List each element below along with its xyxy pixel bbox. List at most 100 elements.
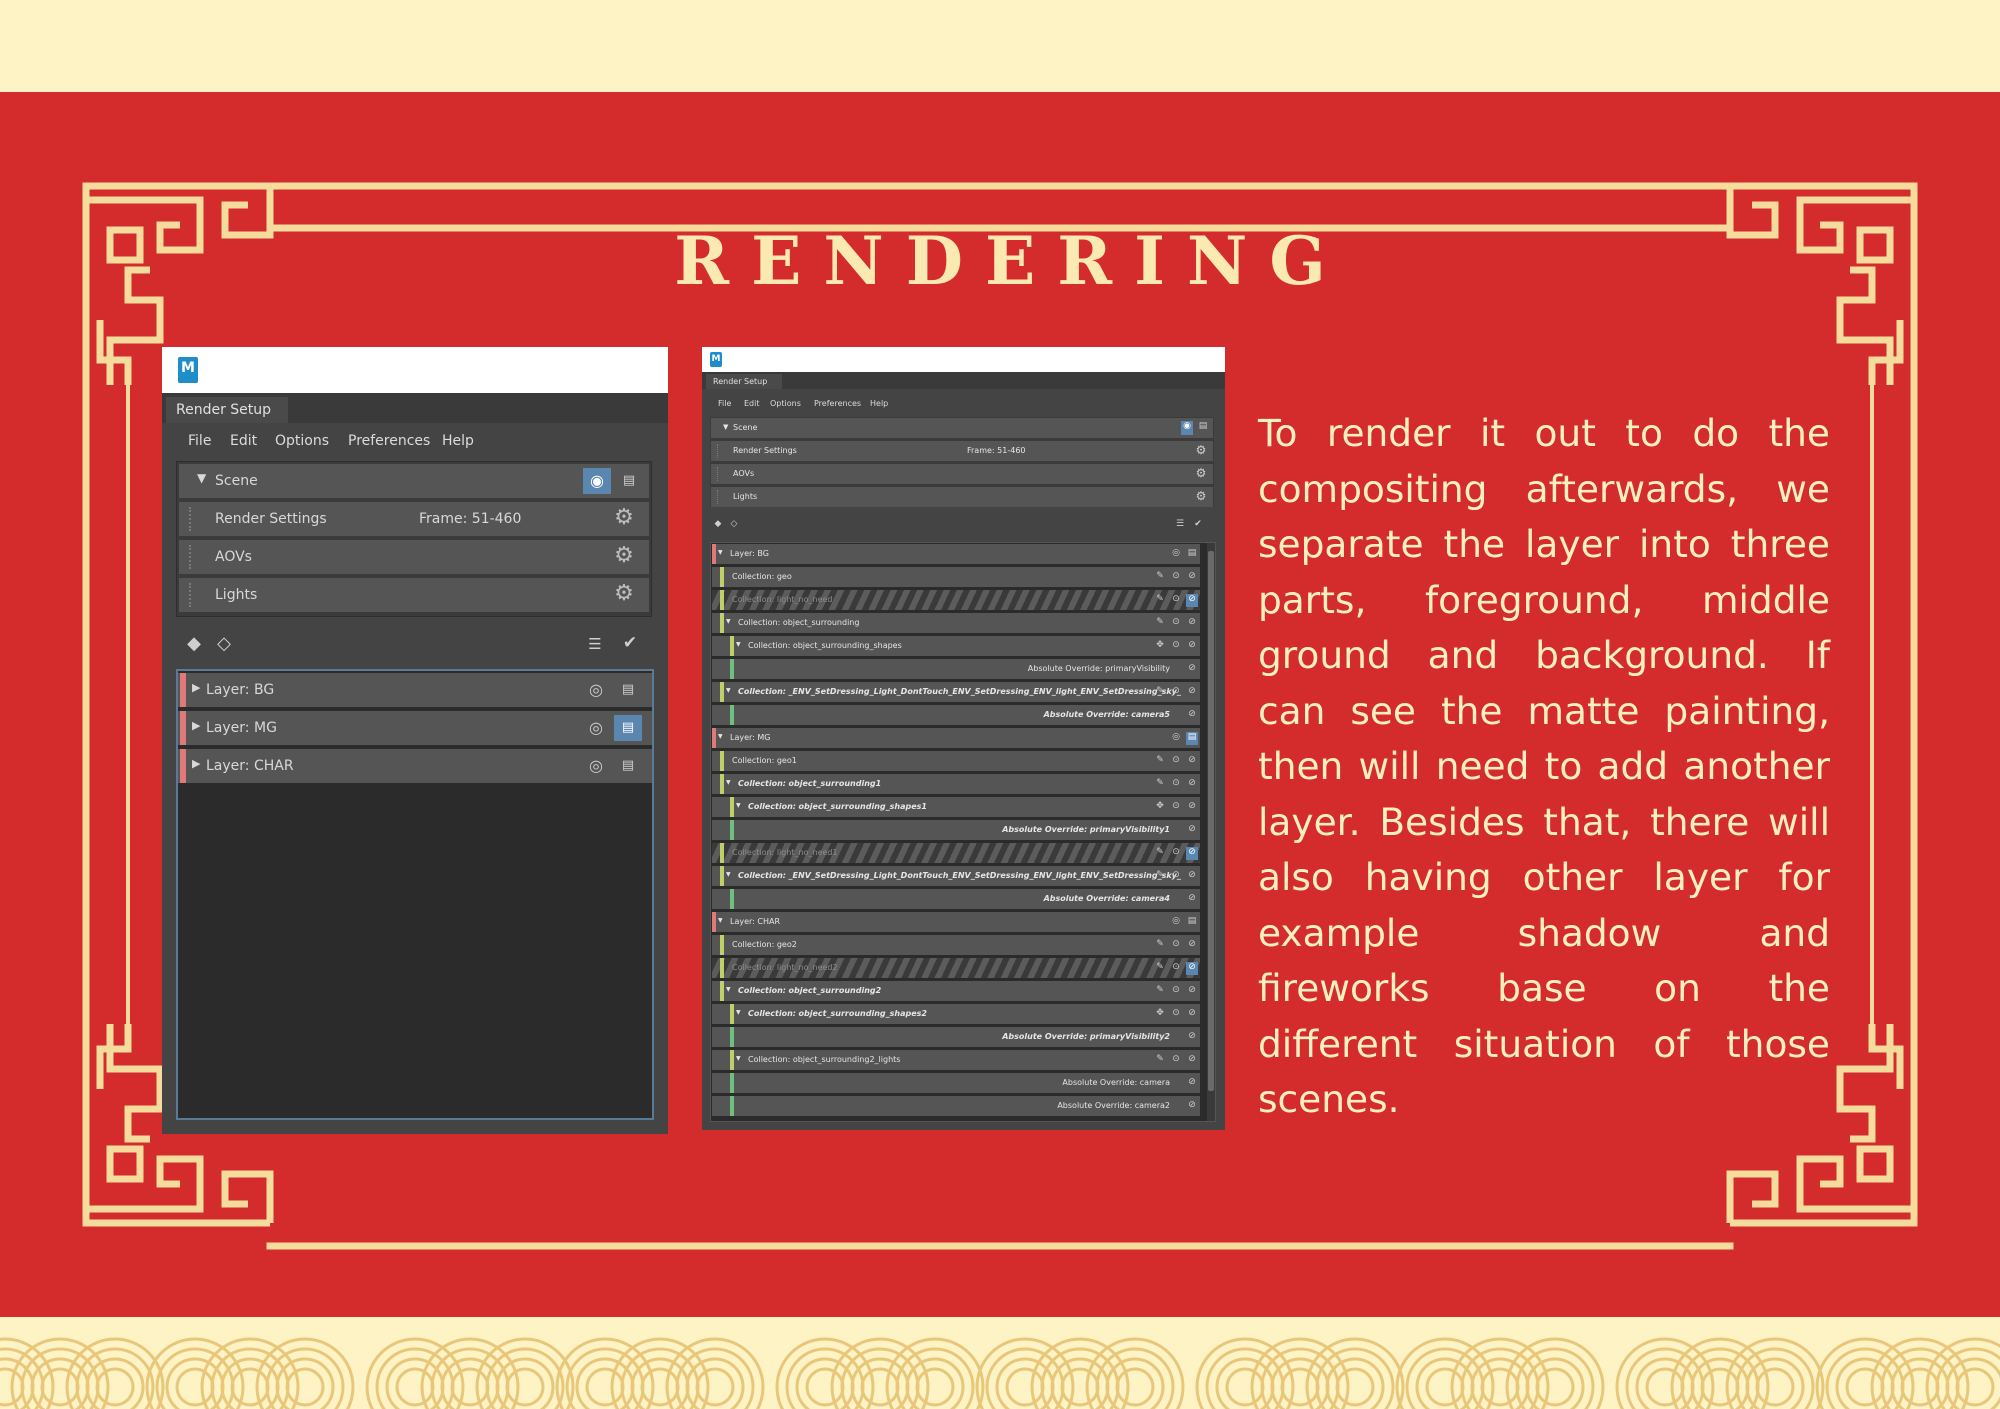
- batch-check-icon[interactable]: ✔: [618, 633, 642, 659]
- gear-icon[interactable]: ⚙: [1195, 489, 1207, 503]
- isolate-icon[interactable]: ⊙: [1170, 1008, 1182, 1021]
- collection-row[interactable]: ▼ Collection: object_surrounding_shapes ⊘ ⊙…: [712, 636, 1200, 656]
- disable-icon[interactable]: ⊘: [1186, 985, 1198, 998]
- pen-icon[interactable]: ✎: [1154, 755, 1166, 768]
- isolate-icon[interactable]: ⊙: [1170, 870, 1182, 883]
- layer-row-bg[interactable]: ▶ Layer: BG ◎ ▤: [178, 673, 652, 707]
- disable-icon[interactable]: ⊘: [1186, 640, 1198, 653]
- expand-arrow-icon[interactable]: ▶: [192, 681, 200, 694]
- collection-row[interactable]: ▼ Collection: object_surrounding2 ⊘ ⊙ ✎: [712, 981, 1200, 1001]
- visibility-eye-icon[interactable]: ◎: [582, 677, 610, 703]
- expand-arrow-icon[interactable]: ▼: [726, 779, 731, 786]
- disable-icon[interactable]: ⊘: [1186, 1031, 1198, 1044]
- expand-arrow-icon[interactable]: ▼: [736, 802, 741, 809]
- isolate-icon[interactable]: ⊙: [1170, 617, 1182, 630]
- import-icon[interactable]: ☰: [1174, 519, 1186, 529]
- isolate-icon[interactable]: ⊙: [1170, 686, 1182, 699]
- expand-arrow-icon[interactable]: ▼: [718, 549, 723, 556]
- isolate-icon[interactable]: ⊙: [1170, 640, 1182, 653]
- menu-help[interactable]: Help: [442, 433, 474, 449]
- create-layer-icon[interactable]: ◆: [182, 633, 206, 659]
- scene-header-row[interactable]: ▼ Scene ◉ ▤: [179, 464, 649, 498]
- menu-file[interactable]: File: [188, 433, 211, 449]
- pen-icon[interactable]: ✎: [1154, 594, 1166, 607]
- visibility-eye-icon[interactable]: ◎: [1170, 732, 1182, 745]
- shape-icon[interactable]: ✥: [1154, 801, 1166, 814]
- collection-row[interactable]: Collection: light_no_need2 ⊘ ⊙ ✎: [712, 958, 1200, 978]
- gear-icon[interactable]: ⚙: [611, 581, 637, 606]
- gear-icon[interactable]: ⚙: [611, 543, 637, 568]
- tab-render-setup[interactable]: Render Setup: [166, 397, 288, 423]
- expand-arrow-icon[interactable]: ▼: [736, 641, 741, 648]
- render-clapper-icon[interactable]: ▤: [614, 715, 642, 741]
- disable-icon[interactable]: ⊘: [1186, 1008, 1198, 1021]
- drag-grip-icon[interactable]: [189, 583, 191, 607]
- shape-icon[interactable]: ✥: [1154, 640, 1166, 653]
- pen-icon[interactable]: ✎: [1154, 847, 1166, 860]
- menu-preferences[interactable]: Preferences: [348, 433, 430, 449]
- override-row[interactable]: Absolute Override: camera5 ⊘: [712, 705, 1200, 725]
- collection-row[interactable]: ▼ Collection: object_surrounding2_lights ⊘…: [712, 1050, 1200, 1070]
- collection-row[interactable]: Collection: geo ⊘ ⊙ ✎: [712, 567, 1200, 587]
- expand-arrow-icon[interactable]: ▼: [726, 618, 731, 625]
- tab-render-setup[interactable]: Render Setup: [706, 374, 782, 389]
- scene-header-row[interactable]: ▼ Scene ◉ ▤: [711, 418, 1213, 438]
- disable-icon[interactable]: ⊘: [1186, 778, 1198, 791]
- render-clapper-icon[interactable]: ▤: [1186, 732, 1198, 745]
- visibility-eye-icon[interactable]: ◎: [1170, 548, 1182, 561]
- disable-icon[interactable]: ⊘: [1186, 617, 1198, 630]
- disable-icon[interactable]: ⊘: [1186, 663, 1198, 676]
- disable-icon[interactable]: ⊘: [1186, 594, 1198, 607]
- shape-icon[interactable]: ✥: [1154, 1008, 1166, 1021]
- render-clapper-icon[interactable]: ▤: [615, 468, 643, 494]
- isolate-icon[interactable]: ⊙: [1170, 847, 1182, 860]
- render-settings-row[interactable]: Render Settings Frame: 51-460 ⚙: [711, 441, 1213, 461]
- disable-icon[interactable]: ⊘: [1186, 709, 1198, 722]
- expand-arrow-icon[interactable]: ▶: [192, 757, 200, 770]
- gear-icon[interactable]: ⚙: [1195, 466, 1207, 480]
- override-row[interactable]: Absolute Override: primaryVisibility ⊘: [712, 659, 1200, 679]
- disable-icon[interactable]: ⊘: [1186, 686, 1198, 699]
- visibility-eye-icon[interactable]: ◉: [583, 468, 611, 494]
- isolate-icon[interactable]: ⊙: [1170, 594, 1182, 607]
- override-row[interactable]: Absolute Override: camera4 ⊘: [712, 889, 1200, 909]
- disable-icon[interactable]: ⊘: [1186, 939, 1198, 952]
- override-row[interactable]: Absolute Override: primaryVisibility2 ⊘: [712, 1027, 1200, 1047]
- create-collection-icon[interactable]: ◇: [728, 519, 740, 529]
- expand-arrow-icon[interactable]: ▼: [726, 986, 731, 993]
- visibility-eye-icon[interactable]: ◉: [1181, 421, 1193, 435]
- menu-options[interactable]: Options: [770, 399, 801, 408]
- pen-icon[interactable]: ✎: [1154, 571, 1166, 584]
- collection-row[interactable]: Collection: light_no_need ⊘ ⊙ ✎: [712, 590, 1200, 610]
- isolate-icon[interactable]: ⊙: [1170, 939, 1182, 952]
- disable-icon[interactable]: ⊘: [1186, 571, 1198, 584]
- drag-grip-icon[interactable]: [717, 490, 718, 504]
- isolate-icon[interactable]: ⊙: [1170, 1054, 1182, 1067]
- expand-arrow-icon[interactable]: ▼: [736, 1009, 741, 1016]
- expand-arrow-icon[interactable]: ▼: [718, 917, 723, 924]
- pen-icon[interactable]: ✎: [1154, 617, 1166, 630]
- lights-row[interactable]: Lights ⚙: [711, 487, 1213, 507]
- disable-icon[interactable]: ⊘: [1186, 801, 1198, 814]
- pen-icon[interactable]: ✎: [1154, 939, 1166, 952]
- isolate-icon[interactable]: ⊙: [1170, 778, 1182, 791]
- collection-row[interactable]: Collection: geo2 ⊘ ⊙ ✎: [712, 935, 1200, 955]
- import-icon[interactable]: ☰: [584, 635, 606, 659]
- expand-arrow-icon[interactable]: ▼: [736, 1055, 741, 1062]
- isolate-icon[interactable]: ⊙: [1170, 571, 1182, 584]
- drag-grip-icon[interactable]: [717, 467, 718, 481]
- layer-row-char[interactable]: ▶ Layer: CHAR ◎ ▤: [178, 749, 652, 783]
- expand-arrow-icon[interactable]: ▼: [723, 423, 728, 431]
- expand-arrow-icon[interactable]: ▼: [718, 733, 723, 740]
- render-clapper-icon[interactable]: ▤: [614, 753, 642, 779]
- pen-icon[interactable]: ✎: [1154, 962, 1166, 975]
- collection-row[interactable]: Collection: light_no_need1 ⊘ ⊙ ✎: [712, 843, 1200, 863]
- disable-icon[interactable]: ⊘: [1186, 755, 1198, 768]
- expand-arrow-icon[interactable]: ▼: [197, 471, 206, 485]
- layer-row[interactable]: ▼ Layer: BG ▤ ◎: [712, 544, 1200, 564]
- disable-icon[interactable]: ⊘: [1186, 824, 1198, 837]
- layer-row-mg[interactable]: ▶ Layer: MG ◎ ▤: [178, 711, 652, 745]
- disable-icon[interactable]: ⊘: [1186, 893, 1198, 906]
- create-collection-icon[interactable]: ◇: [212, 633, 236, 659]
- lights-row[interactable]: Lights ⚙: [179, 578, 649, 612]
